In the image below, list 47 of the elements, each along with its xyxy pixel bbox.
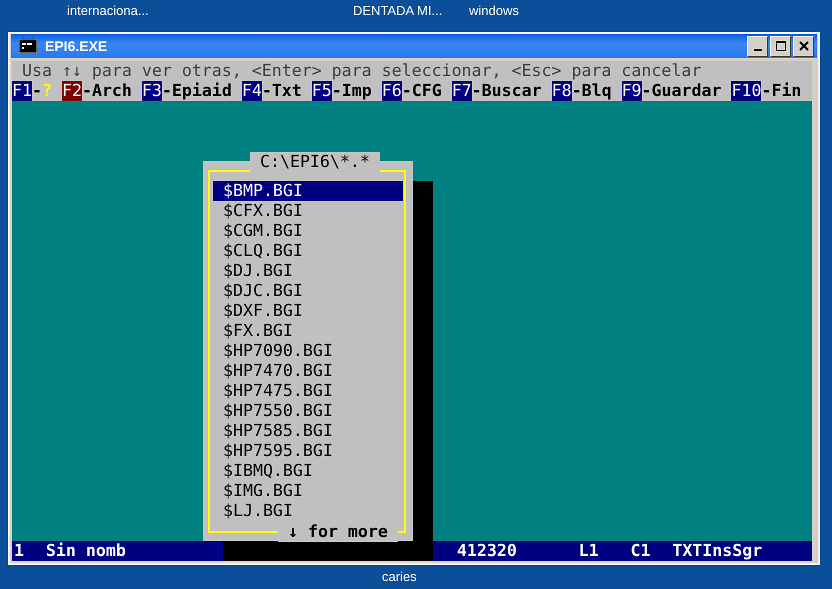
- status-text: C1: [630, 541, 652, 561]
- more-hint: ↓ for more: [278, 522, 398, 542]
- file-item[interactable]: $HP7090.BGI: [213, 341, 403, 361]
- function-key[interactable]: F6-CFG: [382, 81, 442, 101]
- console-icon: [19, 39, 37, 53]
- desktop-icon-label[interactable]: windows: [469, 2, 519, 20]
- hint-text: Usa ↑↓ para ver otras, <Enter> para seleccionar, <Esc> para cancelar: [22, 61, 702, 81]
- file-item[interactable]: $IMG.BGI: [213, 481, 403, 501]
- function-key[interactable]: F4-Txt: [242, 81, 302, 101]
- minimize-icon: [754, 49, 762, 51]
- function-key[interactable]: F3-Epiaid: [142, 81, 232, 101]
- function-key[interactable]: F7-Buscar: [452, 81, 542, 101]
- desktop-icon-label[interactable]: caries: [382, 569, 417, 589]
- desktop-icon-label[interactable]: internaciona...: [67, 2, 149, 20]
- function-key[interactable]: F5-Imp: [312, 81, 372, 101]
- file-item[interactable]: $HP7475.BGI: [213, 381, 403, 401]
- status-text: 1: [14, 541, 25, 561]
- file-item[interactable]: $FX.BGI: [213, 321, 403, 341]
- function-key[interactable]: F10-Fin: [731, 81, 802, 101]
- file-item[interactable]: $HP7595.BGI: [213, 441, 403, 461]
- file-item[interactable]: $DXF.BGI: [213, 301, 403, 321]
- maximize-button[interactable]: [770, 36, 791, 56]
- file-item[interactable]: $CFX.BGI: [213, 201, 403, 221]
- dialog-title: C:\EPI6\*.*: [250, 152, 380, 172]
- maximize-icon: [774, 40, 786, 52]
- file-item[interactable]: $DJC.BGI: [213, 281, 403, 301]
- close-icon: [798, 40, 810, 52]
- file-item[interactable]: $IBMQ.BGI: [213, 461, 403, 481]
- file-item[interactable]: $BMP.BGI: [213, 181, 403, 201]
- status-text: Sin nomb: [46, 541, 127, 561]
- function-key[interactable]: F9-Guardar: [622, 81, 722, 101]
- window-title: EPI6.EXE: [45, 38, 108, 54]
- function-key[interactable]: F8-Blq: [552, 81, 612, 101]
- status-text: 412320: [456, 541, 518, 561]
- file-item[interactable]: $CGM.BGI: [213, 221, 403, 241]
- minimize-button[interactable]: [747, 36, 768, 56]
- desktop-icon-label[interactable]: DENTADA MI...: [353, 2, 442, 20]
- close-button[interactable]: [793, 36, 814, 56]
- file-item[interactable]: $HP7470.BGI: [213, 361, 403, 381]
- function-key[interactable]: F2-Arch: [62, 81, 132, 101]
- file-item[interactable]: $HP7550.BGI: [213, 401, 403, 421]
- file-item[interactable]: $LJ.BGI: [213, 501, 403, 521]
- file-item[interactable]: $CLQ.BGI: [213, 241, 403, 261]
- file-item[interactable]: $DJ.BGI: [213, 261, 403, 281]
- file-item[interactable]: $HP7585.BGI: [213, 421, 403, 441]
- status-text: TXTInsSgr: [672, 541, 764, 561]
- status-text: L1: [578, 541, 600, 561]
